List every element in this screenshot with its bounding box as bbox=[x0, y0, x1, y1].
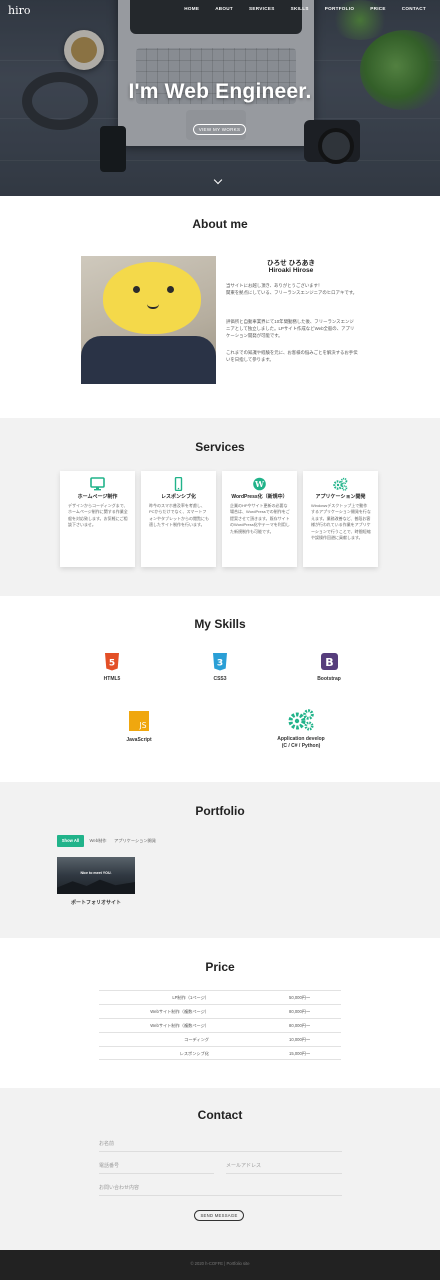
price-row: コーディング 10,000円〜 bbox=[99, 1032, 341, 1046]
nav-menu: HOME ABOUT SERVICES SKILLS PORTFOLIO PRI… bbox=[168, 6, 426, 11]
skill-label: Application develop bbox=[277, 736, 325, 742]
bootstrap-icon: B bbox=[320, 653, 338, 670]
skill-label: JavaScript bbox=[126, 737, 152, 743]
gears-icon bbox=[333, 477, 348, 491]
hero-section: hiro HOME ABOUT SERVICES SKILLS PORTFOLI… bbox=[0, 0, 440, 196]
skills-title: My Skills bbox=[194, 617, 246, 631]
smartphone-icon bbox=[174, 477, 183, 491]
about-paragraph: 評価所と自動車業界にて10年間勤務した後、フリーランスエンジニアとして独立しまし… bbox=[226, 319, 355, 338]
skill-item: Application develop (C / C# / Python) bbox=[266, 709, 336, 750]
svg-text:B: B bbox=[325, 656, 333, 669]
service-description: 昨今のスマホ普及率を考慮し、PCからだけでなく、スマートフォンやタブレットからの… bbox=[149, 503, 209, 528]
footer: © 2020 h-COFFE | Portfolio site bbox=[0, 1250, 440, 1280]
email-input[interactable]: メールアドレス bbox=[226, 1158, 342, 1174]
about-title: About me bbox=[192, 217, 248, 231]
name-input[interactable]: お名前 bbox=[99, 1136, 342, 1152]
price-item-name: レスポンシブ化 bbox=[179, 1051, 209, 1056]
phone-input[interactable]: 電話番号 bbox=[99, 1158, 214, 1174]
name-english: Hiroaki Hirose bbox=[268, 267, 314, 274]
price-row: Webサイト制作（複数ページ） 80,000円〜 bbox=[99, 1004, 341, 1018]
css3-icon: 3 bbox=[213, 653, 227, 671]
nav-portfolio[interactable]: PORTFOLIO bbox=[325, 6, 355, 11]
skill-item: 5 HTML5 bbox=[92, 653, 132, 683]
price-row: LP制作（1ページ） 50,000円〜 bbox=[99, 990, 341, 1004]
price-item-value: 80,000円〜 bbox=[289, 1009, 311, 1014]
portfolio-caption[interactable]: ポートフォリオサイト bbox=[57, 899, 135, 906]
price-item-name: LP制作（1ページ） bbox=[172, 995, 209, 1000]
about-paragraph: これまでの知識や経験を元に、お客様の悩みごとを解決するお手伝いを日指して参ります… bbox=[226, 350, 358, 362]
nav-home[interactable]: HOME bbox=[184, 6, 199, 11]
svg-text:3: 3 bbox=[217, 659, 223, 669]
price-item-name: Webサイト制作（複数ページ） bbox=[150, 1009, 209, 1014]
svg-text:5: 5 bbox=[109, 659, 115, 669]
skill-item: 3 CSS3 bbox=[200, 653, 240, 683]
nav-services[interactable]: SERVICES bbox=[249, 6, 275, 11]
top-navigation: hiro HOME ABOUT SERVICES SKILLS PORTFOLI… bbox=[0, 0, 440, 20]
service-description: Windowsデスクトップ上で動作するアプリケーション開発を行なえます。業務改善… bbox=[311, 503, 371, 541]
price-item-value: 50,000円〜 bbox=[289, 995, 311, 1000]
service-description: 企業のHPやサイト更新の必要な場合は、WordPressでの制作をご提案させて頂… bbox=[230, 503, 290, 534]
profile-photo bbox=[81, 256, 216, 384]
monitor-icon bbox=[90, 477, 105, 491]
svg-text:W: W bbox=[254, 479, 265, 489]
price-item-value: 15,000円〜 bbox=[289, 1051, 311, 1056]
site-logo[interactable]: hiro bbox=[8, 4, 30, 17]
name-kana: ひろせ ひろあき bbox=[267, 260, 315, 267]
skill-label: CSS3 bbox=[213, 676, 227, 682]
price-item-name: コーディング bbox=[184, 1037, 209, 1042]
service-card: レスポンシブ化 昨今のスマホ普及率を考慮し、PCからだけでなく、スマートフォンや… bbox=[141, 471, 216, 567]
copyright-text: © 2020 h-COFFE | Portfolio site bbox=[190, 1261, 250, 1266]
hero-title: I'm Web Engineer. bbox=[128, 80, 312, 103]
service-card: アプリケーション開発 Windowsデスクトップ上で動作するアプリケーション開発… bbox=[303, 471, 378, 567]
portfolio-title: Portfolio bbox=[195, 804, 245, 818]
nav-about[interactable]: ABOUT bbox=[215, 6, 233, 11]
service-card: W WordPress化（新規中） 企業のHPやサイト更新の必要な場合は、Wor… bbox=[222, 471, 297, 567]
service-description: デザインからコーディングまで、ホームページ制作に関する作業全般を対応致します。お… bbox=[68, 503, 128, 528]
price-title: Price bbox=[205, 960, 235, 974]
services-title: Services bbox=[195, 440, 245, 454]
portfolio-thumbnail[interactable]: Nice to meet YOU. bbox=[57, 857, 135, 894]
service-title: WordPress化（新規中） bbox=[231, 494, 288, 500]
tab-show-all[interactable]: Show All bbox=[57, 835, 84, 847]
javascript-icon: JS bbox=[129, 711, 149, 731]
price-item-value: 80,000円〜 bbox=[289, 1023, 311, 1028]
message-textarea[interactable]: お問い合わせ内容 bbox=[99, 1180, 342, 1196]
skill-label: HTML5 bbox=[103, 676, 121, 682]
nav-contact[interactable]: CONTACT bbox=[402, 6, 426, 11]
tab-web[interactable]: Web制作 bbox=[86, 835, 110, 847]
gears-icon bbox=[288, 709, 314, 731]
tab-application[interactable]: アプリケーション開発 bbox=[112, 835, 158, 847]
nav-skills[interactable]: SKILLS bbox=[291, 6, 309, 11]
thumbnail-text: Nice to meet YOU. bbox=[80, 871, 112, 875]
about-paragraph: 関東を拠点にしている、フリーランスエンジニアのヒロアキです。 bbox=[226, 290, 358, 295]
service-card: ホームページ制作 デザインからコーディングまで、ホームページ制作に関する作業全般… bbox=[60, 471, 135, 567]
service-title: アプリケーション開発 bbox=[315, 494, 366, 500]
skill-sublabel: (C / C# / Python) bbox=[281, 743, 321, 749]
skill-label: Bootstrap bbox=[317, 676, 341, 682]
send-message-button[interactable]: SEND MESSAGE bbox=[194, 1210, 244, 1221]
nav-price[interactable]: PRICE bbox=[370, 6, 386, 11]
svg-text:JS: JS bbox=[139, 721, 147, 730]
view-my-works-button[interactable]: VIEW MY WORKS bbox=[193, 124, 246, 135]
price-item-value: 10,000円〜 bbox=[289, 1037, 311, 1042]
contact-title: Contact bbox=[197, 1108, 243, 1122]
price-item-name: Webサイト制作（複数ページ） bbox=[150, 1023, 209, 1028]
skill-item: B Bootstrap bbox=[304, 653, 354, 683]
price-row: レスポンシブ化 15,000円〜 bbox=[99, 1046, 341, 1060]
html5-icon: 5 bbox=[105, 653, 119, 671]
price-row: Webサイト制作（複数ページ） 80,000円〜 bbox=[99, 1018, 341, 1032]
about-paragraph: 当サイトにお越し頂き、ありがとうございます！ bbox=[226, 283, 323, 288]
wordpress-icon: W bbox=[253, 477, 266, 491]
service-title: レスポンシブ化 bbox=[160, 494, 196, 500]
skill-item: JS JavaScript bbox=[114, 711, 164, 744]
service-title: ホームページ制作 bbox=[77, 494, 118, 500]
